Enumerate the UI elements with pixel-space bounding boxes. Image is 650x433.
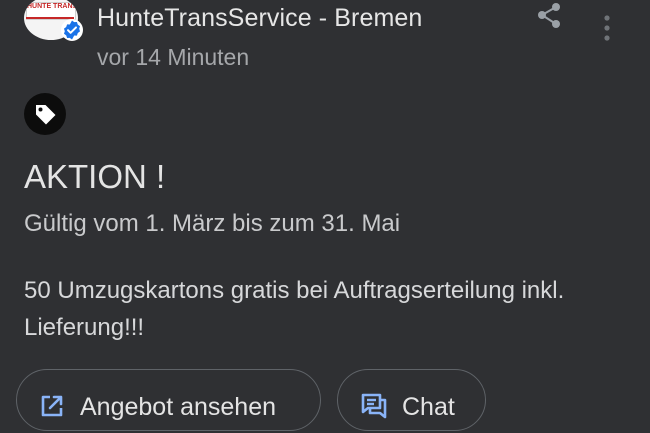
more-vert-icon[interactable]	[597, 12, 617, 44]
offer-description: 50 Umzugskartons gratis bei Auftragserte…	[24, 277, 565, 341]
share-icon[interactable]	[533, 0, 565, 32]
offer-title: AKTION !	[24, 158, 166, 195]
chat-label: Chat	[402, 393, 455, 421]
offer-validity: Gültig vom 1. März bis zum 31. Mai	[24, 210, 401, 237]
post-timestamp: vor 14 Minuten	[97, 44, 250, 70]
chat-bubble-icon	[361, 393, 387, 419]
view-offer-label: Angebot ansehen	[80, 393, 277, 421]
chat-button[interactable]: Chat	[337, 369, 486, 431]
open-external-icon	[41, 395, 63, 417]
tag-icon	[36, 105, 56, 125]
view-offer-button[interactable]: Angebot ansehen	[16, 369, 321, 431]
verified-check-icon	[61, 19, 83, 41]
logo-text: HUNTE TRANS	[27, 3, 78, 10]
offer-type-badge	[24, 93, 66, 135]
merchant-name[interactable]: HunteTransService - Bremen	[97, 4, 422, 33]
